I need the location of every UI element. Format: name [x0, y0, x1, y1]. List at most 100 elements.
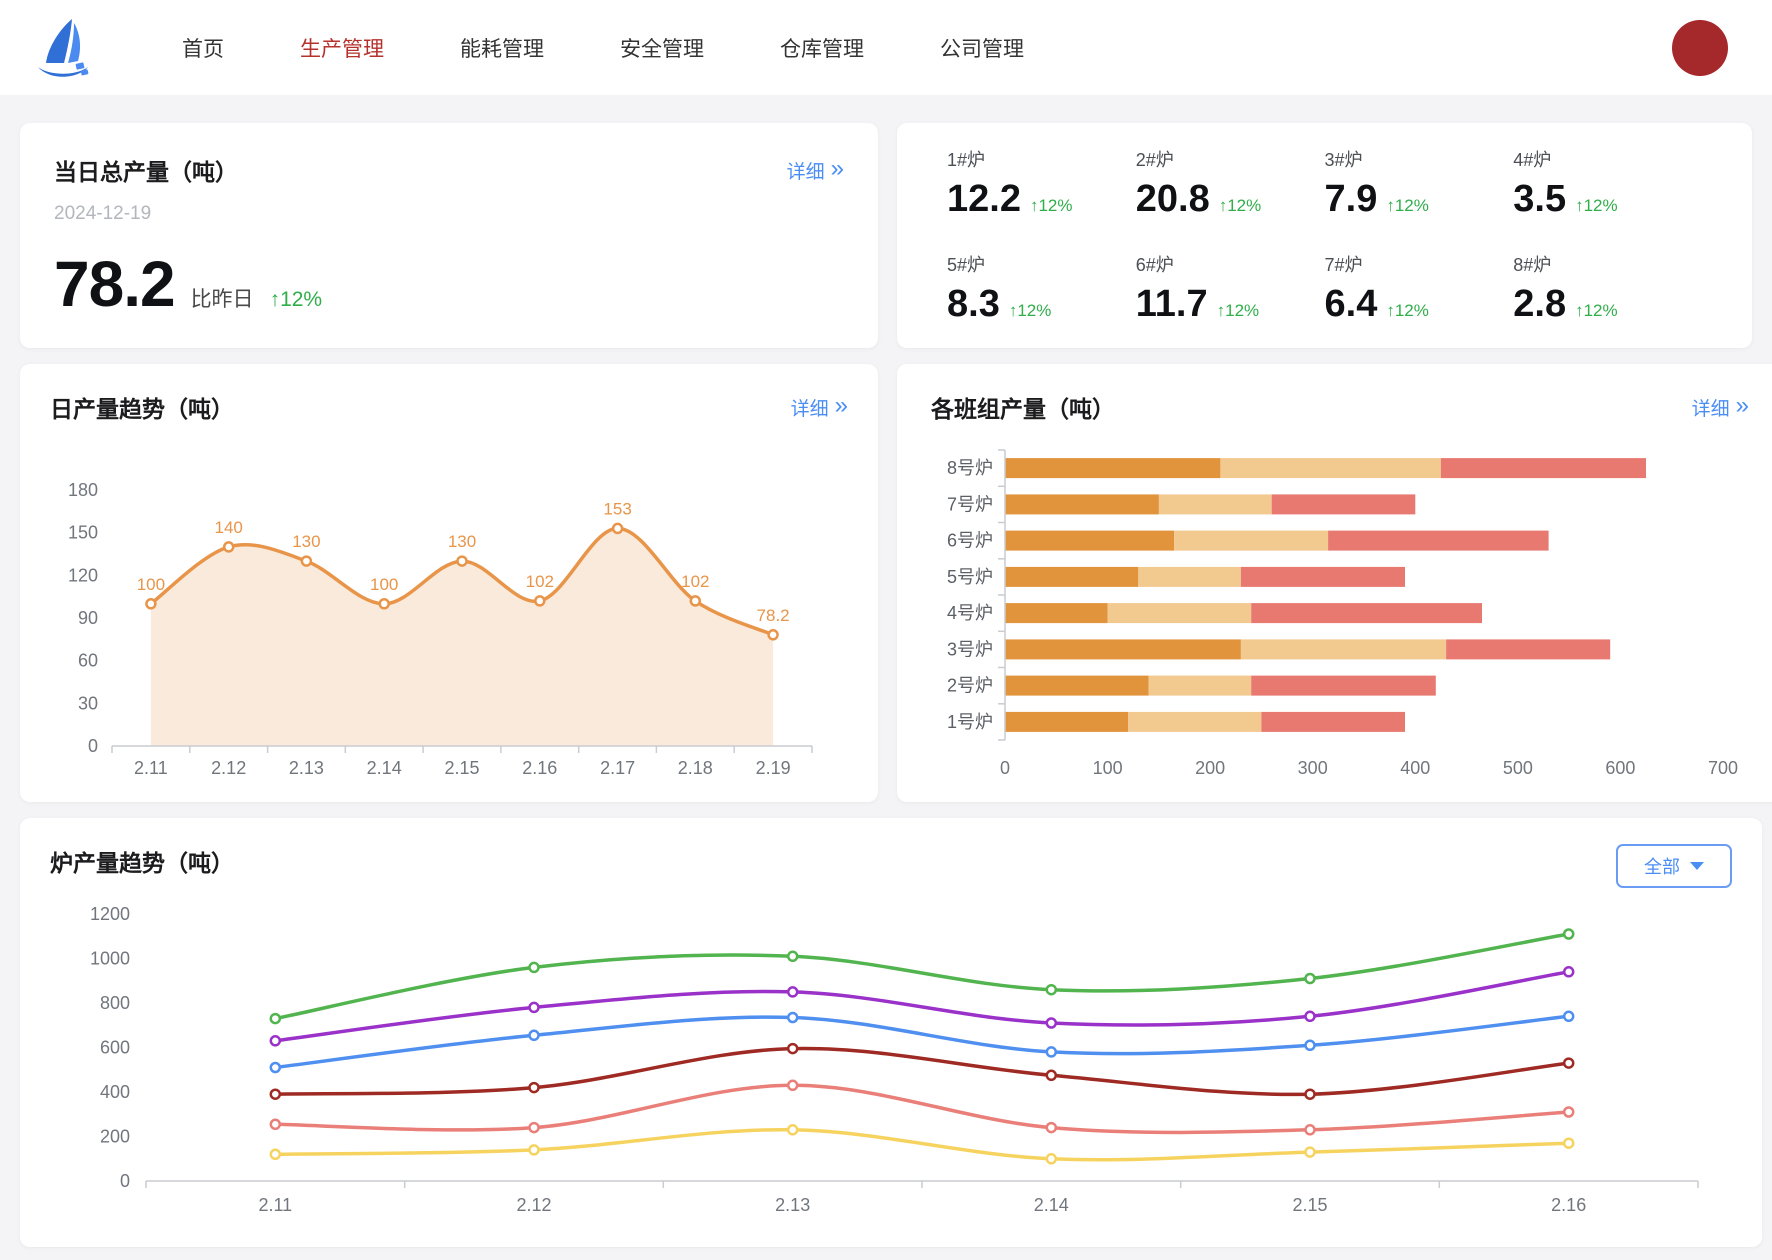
svg-text:600: 600 — [100, 1038, 130, 1058]
up-arrow-icon: ↑ — [1030, 196, 1039, 215]
svg-text:0: 0 — [120, 1171, 130, 1191]
total-detail-link[interactable]: 详细 » — [787, 157, 844, 184]
up-arrow-icon: ↑ — [1575, 301, 1584, 320]
svg-text:400: 400 — [1400, 758, 1430, 778]
furnace-stat-7: 8#炉 2.8 ↑12% — [1513, 251, 1702, 326]
user-avatar[interactable] — [1672, 20, 1728, 76]
svg-text:2.14: 2.14 — [1034, 1195, 1069, 1215]
furnace-value: 12.2 — [947, 178, 1021, 221]
dropdown-label: 全部 — [1644, 853, 1680, 879]
up-arrow-icon: ↑ — [270, 288, 281, 311]
furnace-label: 2#炉 — [1136, 146, 1325, 172]
svg-text:200: 200 — [100, 1127, 130, 1147]
svg-text:2.11: 2.11 — [258, 1195, 292, 1215]
svg-text:2.15: 2.15 — [444, 758, 479, 778]
furnace-trend-card: 炉产量趋势（吨） 全部 0200400600800100012002.112.1… — [20, 818, 1762, 1247]
furnace-delta: ↑12% — [1217, 301, 1260, 321]
total-output-card: 当日总产量（吨） 详细 » 2024-12-19 78.2 比昨日 ↑12% — [20, 123, 878, 348]
total-delta: ↑12% — [270, 288, 323, 312]
furnace-value: 2.8 — [1513, 283, 1566, 326]
svg-text:2.16: 2.16 — [522, 758, 557, 778]
compare-label: 比昨日 — [191, 283, 254, 313]
furnace-stat-1: 2#炉 20.8 ↑12% — [1136, 146, 1325, 221]
nav-item-2[interactable]: 能耗管理 — [460, 33, 544, 63]
svg-text:180: 180 — [68, 480, 98, 500]
svg-text:6号炉: 6号炉 — [947, 531, 993, 551]
svg-text:2.13: 2.13 — [775, 1195, 810, 1215]
furnace-label: 8#炉 — [1513, 251, 1702, 277]
double-chevron-icon: » — [835, 394, 848, 418]
svg-text:5号炉: 5号炉 — [947, 567, 993, 587]
furnace-delta: ↑12% — [1030, 196, 1073, 216]
svg-text:30: 30 — [78, 693, 98, 713]
nav-item-3[interactable]: 安全管理 — [620, 33, 704, 63]
svg-text:700: 700 — [1708, 758, 1738, 778]
furnace-value: 8.3 — [947, 283, 1000, 326]
furnace-value: 11.7 — [1136, 283, 1208, 326]
svg-text:300: 300 — [1298, 758, 1328, 778]
logo-boat-icon[interactable] — [34, 17, 94, 79]
svg-text:0: 0 — [1000, 758, 1010, 778]
nav-item-1[interactable]: 生产管理 — [300, 33, 384, 63]
furnace-trend-line-chart: 0200400600800100012002.112.122.132.142.1… — [50, 892, 1732, 1227]
svg-text:153: 153 — [603, 499, 631, 518]
svg-text:200: 200 — [1195, 758, 1225, 778]
nav-item-0[interactable]: 首页 — [182, 33, 224, 63]
furnace-stat-4: 5#炉 8.3 ↑12% — [947, 251, 1136, 326]
svg-text:400: 400 — [100, 1082, 130, 1102]
nav-item-4[interactable]: 仓库管理 — [780, 33, 864, 63]
double-chevron-icon: » — [1736, 394, 1749, 418]
furnace-delta: ↑12% — [1219, 196, 1262, 216]
furnace-label: 1#炉 — [947, 146, 1136, 172]
furnace-label: 7#炉 — [1325, 251, 1514, 277]
series-filter-dropdown[interactable]: 全部 — [1616, 844, 1732, 888]
svg-text:2.12: 2.12 — [516, 1195, 551, 1215]
furnace-label: 6#炉 — [1136, 251, 1325, 277]
furnace-value: 6.4 — [1325, 283, 1378, 326]
svg-text:0: 0 — [88, 736, 98, 756]
svg-text:2.11: 2.11 — [134, 758, 168, 778]
furnace-stat-5: 6#炉 11.7 ↑12% — [1136, 251, 1325, 326]
detail-label: 详细 — [791, 394, 829, 421]
daily-trend-card: 日产量趋势（吨） 详细 » 03060901201501802.112.122.… — [20, 364, 878, 802]
svg-text:140: 140 — [215, 518, 243, 537]
svg-text:2.18: 2.18 — [678, 758, 713, 778]
svg-text:102: 102 — [526, 572, 554, 591]
furnace-value: 3.5 — [1513, 178, 1566, 221]
svg-text:150: 150 — [68, 523, 98, 543]
total-date: 2024-12-19 — [54, 203, 844, 225]
furnace-label: 5#炉 — [947, 251, 1136, 277]
svg-text:2.14: 2.14 — [367, 758, 402, 778]
total-value: 78.2 — [54, 247, 175, 321]
svg-text:4号炉: 4号炉 — [947, 603, 993, 623]
svg-text:102: 102 — [681, 572, 709, 591]
up-arrow-icon: ↑ — [1009, 301, 1018, 320]
svg-text:8号炉: 8号炉 — [947, 458, 993, 478]
furnace-delta: ↑12% — [1009, 301, 1052, 321]
team-card-title: 各班组产量（吨） — [931, 390, 1115, 424]
daily-detail-link[interactable]: 详细 » — [791, 394, 848, 421]
up-arrow-icon: ↑ — [1219, 196, 1228, 215]
svg-text:600: 600 — [1605, 758, 1635, 778]
row-bottom: 炉产量趋势（吨） 全部 0200400600800100012002.112.1… — [20, 818, 1752, 1247]
furnace-label: 3#炉 — [1325, 146, 1514, 172]
svg-text:800: 800 — [100, 993, 130, 1013]
top-nav: 首页 生产管理 能耗管理 安全管理 仓库管理 公司管理 — [0, 0, 1772, 95]
svg-text:500: 500 — [1503, 758, 1533, 778]
furnace-value: 20.8 — [1136, 178, 1210, 221]
svg-text:100: 100 — [1093, 758, 1123, 778]
furnace-stat-2: 3#炉 7.9 ↑12% — [1325, 146, 1514, 221]
detail-label: 详细 — [787, 157, 825, 184]
furnace-stat-3: 4#炉 3.5 ↑12% — [1513, 146, 1702, 221]
svg-text:1000: 1000 — [90, 949, 130, 969]
detail-label: 详细 — [1692, 394, 1730, 421]
nav-item-5[interactable]: 公司管理 — [940, 33, 1024, 63]
double-chevron-icon: » — [831, 157, 844, 181]
svg-text:2.17: 2.17 — [600, 758, 635, 778]
nav-menu: 首页 生产管理 能耗管理 安全管理 仓库管理 公司管理 — [182, 33, 1024, 63]
team-detail-link[interactable]: 详细 » — [1692, 394, 1749, 421]
up-arrow-icon: ↑ — [1386, 196, 1395, 215]
svg-text:90: 90 — [78, 608, 98, 628]
svg-text:130: 130 — [448, 532, 476, 551]
svg-text:2.15: 2.15 — [1292, 1195, 1327, 1215]
